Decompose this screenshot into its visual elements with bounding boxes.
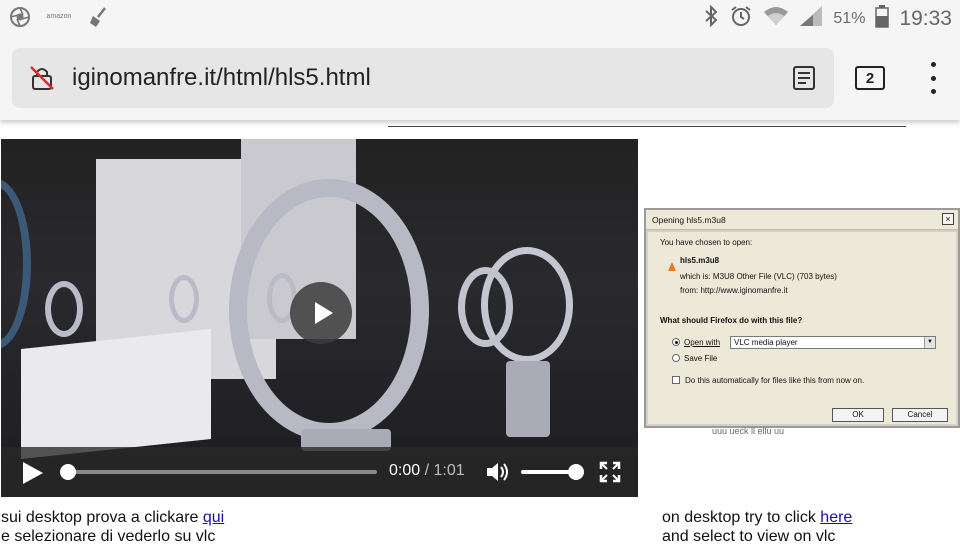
dialog-cancel-button: Cancel bbox=[892, 408, 948, 422]
english-instructions-prefix: on desktop try to click bbox=[662, 509, 821, 526]
duration: 1:01 bbox=[433, 462, 465, 479]
open-with-select: VLC media player ▼ bbox=[730, 336, 936, 349]
qui-link[interactable]: qui bbox=[203, 509, 224, 526]
play-overlay-button[interactable] bbox=[290, 282, 352, 344]
battery-icon bbox=[875, 4, 890, 33]
auto-checkbox bbox=[672, 376, 680, 384]
time-separator: / bbox=[424, 462, 430, 479]
broom-icon bbox=[86, 5, 110, 29]
reader-mode-icon[interactable] bbox=[790, 64, 818, 92]
save-file-radio bbox=[672, 354, 680, 362]
address-bar[interactable]: iginomanfre.it/html/hls5.html bbox=[12, 48, 834, 108]
volume-handle[interactable] bbox=[568, 464, 584, 480]
video-frame-stand bbox=[506, 361, 550, 437]
dialog-body: You have chosen to open: hls5.m3u8 which… bbox=[648, 232, 956, 424]
dialog-ok-button: OK bbox=[832, 408, 884, 422]
dropdown-arrow-icon: ▼ bbox=[924, 337, 935, 348]
dialog-question: What should Firefox do with this file? bbox=[660, 316, 803, 325]
video-controls: 0:00 / 1:01 bbox=[1, 447, 638, 497]
auto-label: Do this automatically for files like thi… bbox=[685, 376, 865, 385]
time-display: 0:00 / 1:01 bbox=[389, 462, 465, 480]
italian-instructions-prefix: sui desktop prova a clickare bbox=[1, 509, 203, 526]
amazon-icon: amazon bbox=[46, 5, 72, 29]
status-bar: amazon 51% 19:33 bbox=[0, 0, 960, 38]
dialog-title: Opening hls5.m3u8 bbox=[646, 210, 958, 230]
aperture-icon bbox=[8, 5, 32, 29]
menu-icon[interactable] bbox=[924, 62, 942, 94]
seek-handle[interactable] bbox=[60, 464, 76, 480]
dialog-filename: hls5.m3u8 bbox=[680, 256, 720, 265]
firefox-open-dialog-image: Opening hls5.m3u8 × You have chosen to o… bbox=[644, 208, 960, 428]
save-file-label: Save File bbox=[684, 354, 718, 363]
url-text[interactable]: iginomanfre.it/html/hls5.html bbox=[72, 64, 371, 92]
bluetooth-icon bbox=[703, 4, 719, 32]
dialog-chosen-text: You have chosen to open: bbox=[660, 238, 753, 247]
vlc-icon bbox=[668, 262, 676, 271]
insecure-lock-icon[interactable] bbox=[28, 64, 56, 92]
video-frame-table bbox=[21, 329, 211, 459]
tabs-button[interactable]: 2 bbox=[855, 66, 885, 90]
video-frame-ring bbox=[458, 267, 513, 347]
close-icon: × bbox=[942, 213, 954, 225]
dialog-from: from: http://www.iginomanfre.it bbox=[680, 286, 788, 295]
amazon-label: amazon bbox=[46, 13, 72, 20]
battery-percent: 51% bbox=[833, 9, 866, 27]
video-player[interactable]: 0:00 / 1:01 bbox=[1, 139, 638, 497]
seek-bar[interactable] bbox=[61, 470, 377, 474]
video-frame-ring bbox=[45, 281, 83, 337]
dialog-under-text: uuu ueck ll ellu uu bbox=[712, 426, 785, 436]
dialog-which-is: which is: M3U8 Other File (VLC) (703 byt… bbox=[680, 272, 837, 281]
signal-icon bbox=[799, 5, 823, 32]
play-icon[interactable] bbox=[23, 462, 43, 484]
english-instructions-line2: and select to view on vlc bbox=[662, 528, 836, 545]
video-frame-ring bbox=[169, 275, 199, 323]
clock: 19:33 bbox=[899, 6, 952, 30]
english-instructions-line1: on desktop try to click here bbox=[662, 509, 852, 527]
video-frame-ring bbox=[1, 179, 31, 349]
italian-instructions-line1: sui desktop prova a clickare qui bbox=[1, 509, 224, 527]
open-with-radio bbox=[672, 338, 680, 346]
italian-instructions-line2: e selezionare di vederlo su vlc bbox=[1, 528, 216, 545]
open-with-label: Open with bbox=[684, 338, 721, 347]
browser-toolbar: iginomanfre.it/html/hls5.html 2 bbox=[0, 38, 960, 120]
current-time: 0:00 bbox=[389, 462, 421, 479]
alarm-icon bbox=[729, 4, 753, 33]
page-divider bbox=[388, 126, 906, 127]
wifi-icon bbox=[763, 5, 789, 32]
volume-icon[interactable] bbox=[485, 461, 511, 483]
fullscreen-icon[interactable] bbox=[599, 461, 621, 483]
here-link[interactable]: here bbox=[820, 509, 852, 526]
open-with-value: VLC media player bbox=[734, 338, 798, 347]
